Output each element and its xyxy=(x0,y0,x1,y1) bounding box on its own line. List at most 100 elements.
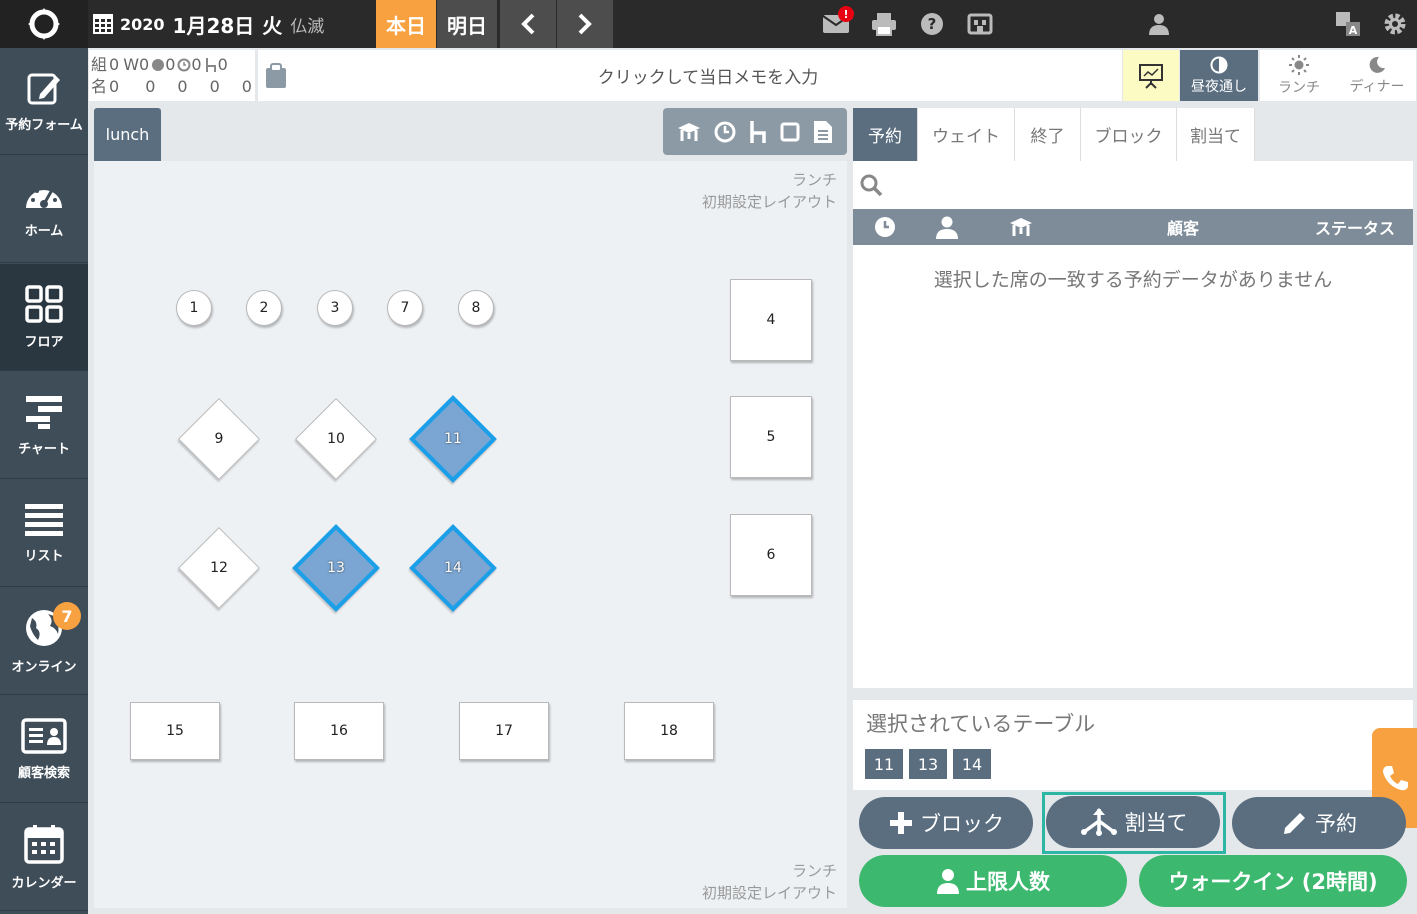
table-seat[interactable]: 9 xyxy=(177,397,261,481)
reservation-list: 選択した席の一致する予約データがありません xyxy=(853,245,1413,688)
print-button[interactable] xyxy=(868,8,900,40)
people-wait-count: 0 xyxy=(145,77,156,96)
selected-tables-title: 選択されているテーブル xyxy=(866,712,1096,736)
table-seat[interactable]: 10 xyxy=(294,397,378,481)
table-icon[interactable] xyxy=(677,121,701,143)
daily-memo-input[interactable]: クリックして当日メモを入力 xyxy=(294,50,1122,101)
tomorrow-button[interactable]: 明日 xyxy=(437,0,497,48)
mail-button[interactable]: ! xyxy=(820,6,854,40)
chair-icon[interactable] xyxy=(748,120,768,144)
people-chair-count: 0 xyxy=(241,77,252,96)
floor-label-top: ランチ 初期設定レイアウト xyxy=(702,169,837,213)
sidebar: 予約フォーム ホーム フロア チャート リスト 7 オンライン 顧客検索 カレン… xyxy=(0,48,88,914)
table-seat[interactable]: 15 xyxy=(130,702,220,760)
table-seat[interactable]: 12 xyxy=(177,526,261,610)
reservation-search-input[interactable] xyxy=(853,161,1413,209)
svg-text:?: ? xyxy=(928,15,937,33)
memo-clip[interactable] xyxy=(258,50,294,101)
table-seat[interactable]: 1 xyxy=(176,290,212,326)
assign-button-label: 割当て xyxy=(1124,811,1188,835)
tab-blocks[interactable]: ブロック xyxy=(1081,108,1177,161)
sidebar-item-calendar[interactable]: カレンダー xyxy=(0,804,88,911)
table-seat[interactable]: 18 xyxy=(624,702,714,760)
settings-button[interactable] xyxy=(1379,8,1411,40)
floor-label-service: ランチ xyxy=(791,862,837,880)
clock-icon[interactable] xyxy=(714,121,736,143)
table-seat-selected[interactable]: 13 xyxy=(292,524,380,612)
sidebar-item-online[interactable]: 7 オンライン xyxy=(0,588,88,695)
mail-badge: ! xyxy=(838,6,854,22)
square-icon[interactable] xyxy=(780,122,800,142)
table-seat-selected[interactable]: 14 xyxy=(409,524,497,612)
selected-table-chip[interactable]: 14 xyxy=(953,749,991,779)
language-button[interactable]: A xyxy=(1332,8,1364,40)
table-seat[interactable]: 8 xyxy=(458,290,494,326)
presentation-mode-button[interactable] xyxy=(1123,50,1179,101)
walkin-button[interactable]: ウォークイン (2時間) xyxy=(1139,855,1407,907)
clipboard-icon xyxy=(266,62,286,88)
staff-button[interactable] xyxy=(1143,8,1175,40)
table-seat[interactable]: 5 xyxy=(730,396,812,478)
phone-icon xyxy=(1382,766,1408,791)
tab-finished[interactable]: 終了 xyxy=(1015,108,1081,161)
reserve-button[interactable]: 予約 xyxy=(1232,797,1406,849)
assign-button[interactable]: 割当て xyxy=(1046,796,1220,848)
tab-waitlist[interactable]: ウェイト xyxy=(918,108,1015,161)
floor-tab-lunch[interactable]: lunch xyxy=(94,108,161,161)
groups-count: 0 xyxy=(109,55,120,74)
sidebar-item-reservation-form[interactable]: 予約フォーム xyxy=(0,48,88,155)
store-button[interactable] xyxy=(964,8,996,40)
header-people[interactable] xyxy=(935,209,959,245)
today-button[interactable]: 本日 xyxy=(376,0,436,48)
prev-day-button[interactable] xyxy=(500,0,556,48)
capacity-button[interactable]: 上限人数 xyxy=(859,855,1127,907)
list-icon xyxy=(25,503,63,536)
selected-table-chip[interactable]: 13 xyxy=(909,749,947,779)
half-circle-icon xyxy=(1210,56,1228,73)
table-seat[interactable]: 7 xyxy=(387,290,423,326)
header-table[interactable] xyxy=(1009,209,1033,245)
mode-label: ランチ xyxy=(1278,79,1320,96)
sidebar-item-customer-search[interactable]: 顧客検索 xyxy=(0,696,88,803)
sidebar-item-floor[interactable]: フロア xyxy=(0,264,88,371)
id-card-icon xyxy=(21,717,67,754)
table-number: 10 xyxy=(327,431,345,447)
table-seat-selected[interactable]: 11 xyxy=(409,395,497,483)
table-seat[interactable]: 3 xyxy=(317,290,353,326)
mode-label: 昼夜通し xyxy=(1191,78,1247,95)
tab-assignments[interactable]: 割当て xyxy=(1177,108,1255,161)
mode-dinner[interactable]: ディナー xyxy=(1338,50,1416,101)
header-time[interactable] xyxy=(873,209,897,245)
mode-all-day[interactable]: 昼夜通し xyxy=(1180,50,1258,101)
sidebar-item-list[interactable]: リスト xyxy=(0,480,88,587)
capacity-button-label: 上限人数 xyxy=(966,870,1050,894)
selected-table-chip[interactable]: 11 xyxy=(865,749,903,779)
chair-count: 0 xyxy=(217,55,228,74)
table-number: 13 xyxy=(327,560,345,576)
online-count-badge: 7 xyxy=(53,602,81,630)
help-button[interactable]: ? xyxy=(916,8,948,40)
table-seat[interactable]: 2 xyxy=(246,290,282,326)
document-icon[interactable] xyxy=(813,120,833,144)
table-seat[interactable]: 16 xyxy=(294,702,384,760)
table-seat[interactable]: 6 xyxy=(730,514,812,596)
tab-reservations[interactable]: 予約 xyxy=(853,108,918,161)
table-seat[interactable]: 17 xyxy=(459,702,549,760)
sidebar-item-label: 顧客検索 xyxy=(17,765,70,781)
header-customer[interactable]: 顧客 xyxy=(1167,209,1199,245)
sidebar-item-chart[interactable]: チャート xyxy=(0,372,88,479)
mode-lunch[interactable]: ランチ xyxy=(1260,50,1338,101)
chevron-left-icon xyxy=(521,13,535,35)
reservation-tabs: 予約 ウェイト 終了 ブロック 割当て xyxy=(853,108,1413,161)
table-seat[interactable]: 4 xyxy=(730,279,812,361)
date-display[interactable]: 2020 1月28日 火 仏滅 xyxy=(92,0,376,48)
sidebar-item-home[interactable]: ホーム xyxy=(0,156,88,263)
header-status[interactable]: ステータス xyxy=(1315,209,1395,245)
floor-tab-bar: lunch xyxy=(94,108,847,161)
next-day-button[interactable] xyxy=(557,0,613,48)
person-icon xyxy=(937,869,959,894)
chevron-right-icon xyxy=(578,13,592,35)
empty-message: 選択した席の一致する予約データがありません xyxy=(933,269,1333,291)
app-logo[interactable] xyxy=(0,0,88,48)
block-button[interactable]: ブロック xyxy=(859,797,1033,849)
